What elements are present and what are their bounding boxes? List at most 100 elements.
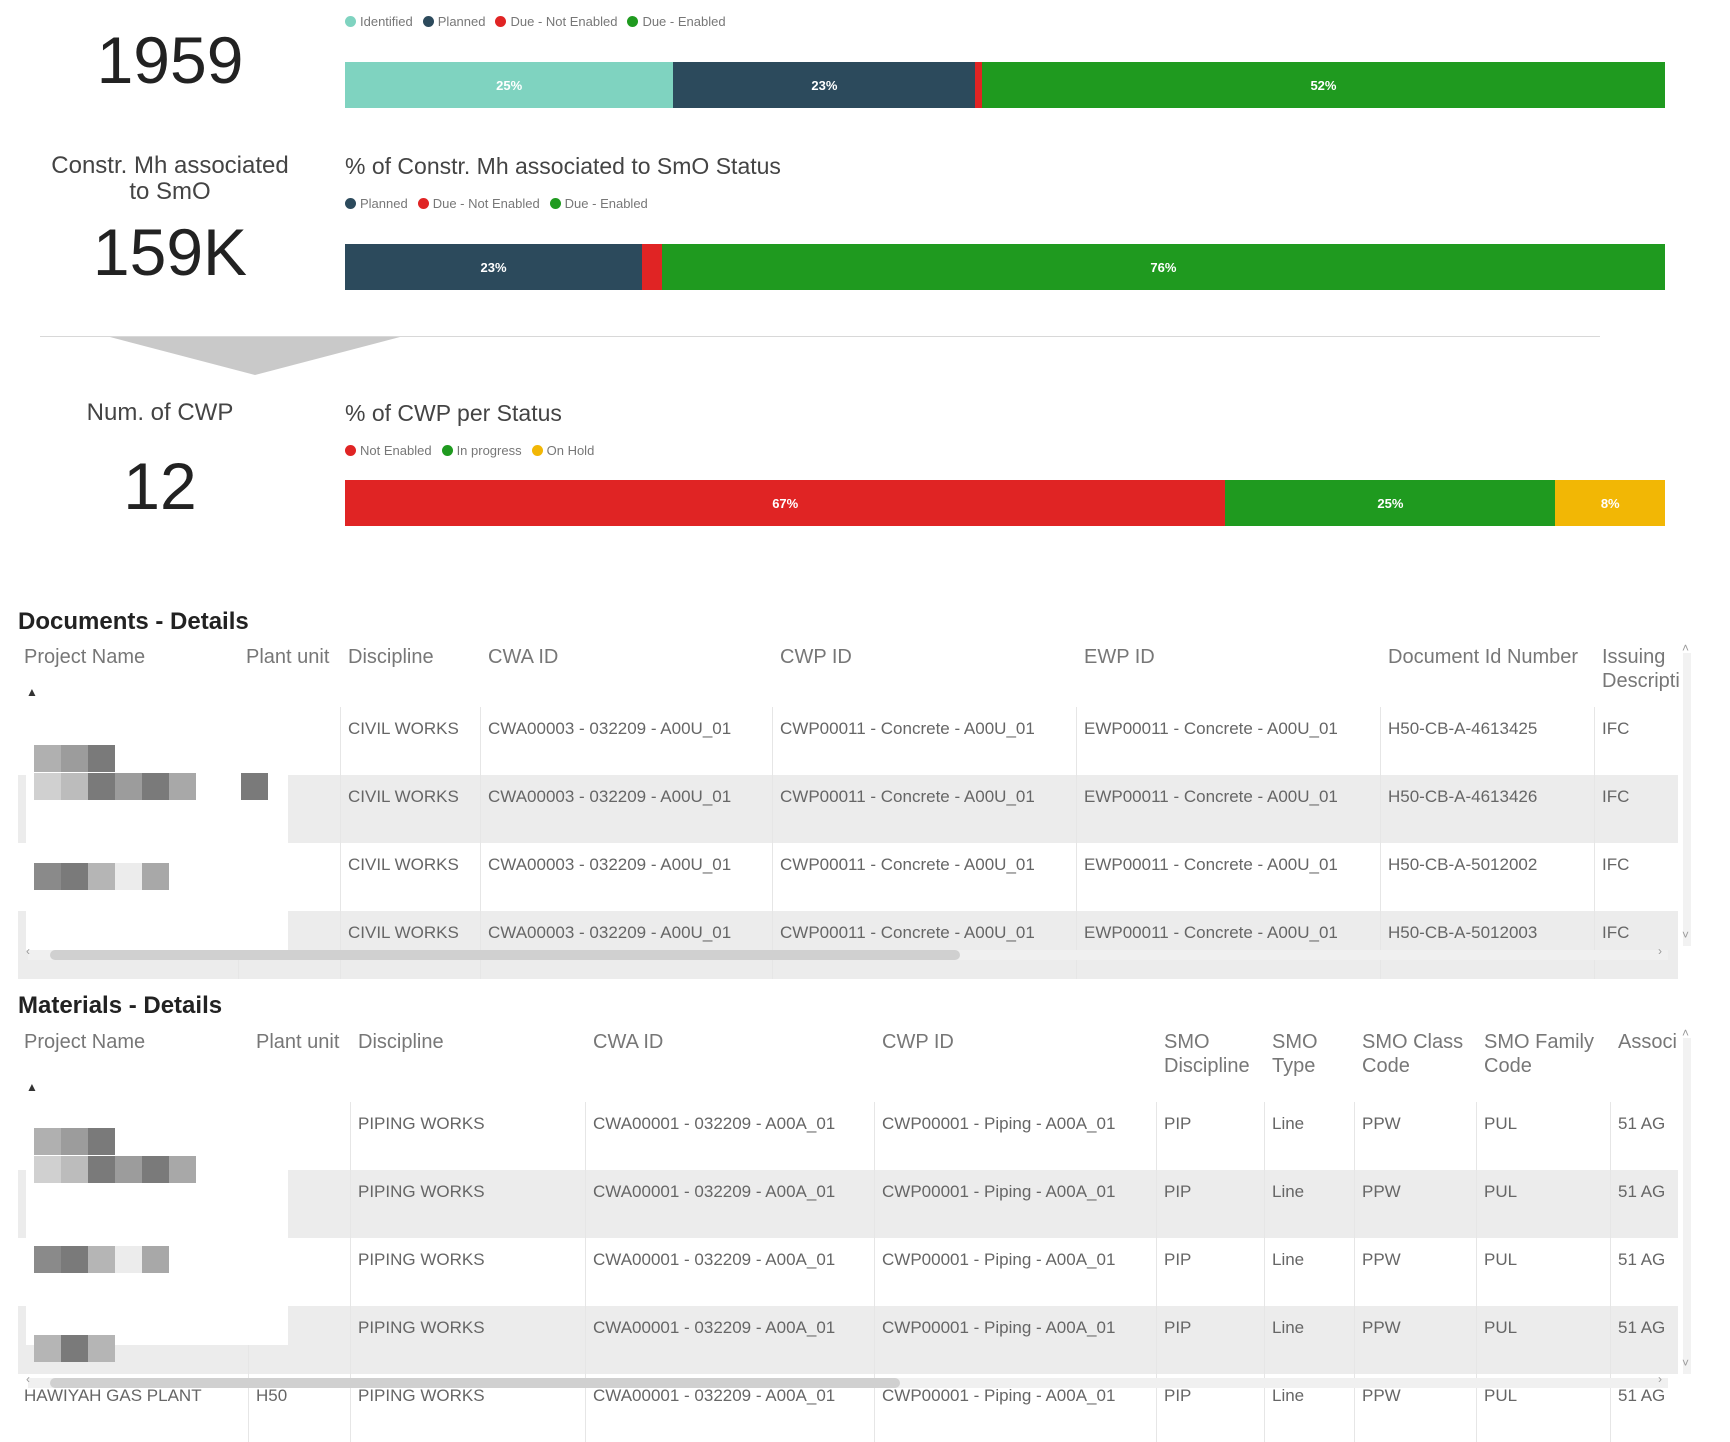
- scroll-right-icon[interactable]: ›: [1658, 1372, 1662, 1386]
- legend-item[interactable]: Identified: [345, 14, 413, 29]
- bar-segment[interactable]: 23%: [673, 62, 976, 108]
- redacted-pixel: [115, 863, 142, 890]
- table-cell: CWP00001 - Piping - A00A_01: [882, 1182, 1116, 1201]
- legend-item[interactable]: Due - Not Enabled: [417, 196, 540, 211]
- legend-item[interactable]: On Hold: [531, 443, 595, 458]
- chart-title-cwp: % of CWP per Status: [345, 400, 562, 426]
- legend-label: On Hold: [546, 443, 595, 458]
- column-header[interactable]: SMO Type: [1272, 1030, 1356, 1078]
- redacted-pixel: [142, 863, 169, 890]
- table-cell: CWP00011 - Concrete - A00U_01: [780, 855, 1035, 874]
- column-divider: [1156, 1102, 1157, 1442]
- bar-segment[interactable]: 25%: [1225, 480, 1556, 526]
- table-cell: CIVIL WORKS: [348, 855, 459, 874]
- materials-table: Project Name Plant unit Discipline CWA ID CW…: [18, 1026, 1691, 1442]
- legend-label: Planned: [437, 14, 486, 29]
- legend-item[interactable]: Planned: [345, 196, 408, 211]
- redacted-pixel: [61, 1128, 88, 1155]
- bar-mh-chart: 23% 76%: [345, 244, 1665, 290]
- column-header[interactable]: EWP ID: [1084, 645, 1382, 669]
- legend-label: Due - Not Enabled: [510, 14, 618, 29]
- column-header[interactable]: Discipline: [358, 1030, 587, 1054]
- redacted-pixel: [88, 773, 115, 800]
- scroll-down-icon[interactable]: ˅: [1682, 928, 1689, 942]
- scrollbar-thumb[interactable]: [50, 1378, 900, 1388]
- funnel-arrow: [110, 337, 400, 375]
- redacted-pixel: [61, 863, 88, 890]
- bar-segment[interactable]: 25%: [345, 62, 674, 108]
- redacted-pixel: [34, 1128, 61, 1155]
- redacted-pixel: [34, 1335, 61, 1362]
- sort-asc-icon[interactable]: ▲: [26, 685, 38, 699]
- column-header[interactable]: CWP ID: [780, 645, 1078, 669]
- scroll-down-icon[interactable]: ˅: [1682, 1356, 1689, 1370]
- legend-item[interactable]: Not Enabled: [345, 443, 432, 458]
- vertical-scrollbar[interactable]: [1683, 1038, 1691, 1374]
- table-cell: EWP00011 - Concrete - A00U_01: [1084, 719, 1338, 738]
- redacted-pixel: [241, 773, 268, 800]
- scrollbar-thumb[interactable]: [50, 950, 960, 960]
- redacted-pixel: [115, 1156, 142, 1183]
- data-label: 25%: [1377, 495, 1404, 511]
- bar-segment[interactable]: 67%: [345, 480, 1226, 526]
- table-cell: CIVIL WORKS: [348, 923, 459, 942]
- legend-item[interactable]: Planned: [422, 14, 486, 29]
- column-header[interactable]: CWP ID: [882, 1030, 1158, 1054]
- table-cell: CWA00003 - 032209 - A00U_01: [488, 787, 732, 806]
- table-cell: PIPING WORKS: [358, 1114, 485, 1133]
- table-cell: PIP: [1164, 1114, 1192, 1133]
- redacted-pixel: [169, 773, 196, 800]
- column-header[interactable]: Issuing Descripti: [1602, 645, 1682, 693]
- table-cell: PIPING WORKS: [358, 1250, 485, 1269]
- legend-item[interactable]: Due - Enabled: [549, 196, 648, 211]
- column-header[interactable]: Project Name: [24, 645, 240, 669]
- column-header[interactable]: Project Name: [24, 1030, 250, 1054]
- scroll-up-icon[interactable]: ˄: [1682, 1026, 1689, 1040]
- bar-segment[interactable]: 8%: [1555, 480, 1665, 526]
- column-divider: [1476, 1102, 1477, 1442]
- scroll-left-icon[interactable]: ‹: [26, 1372, 30, 1386]
- table-cell: CWP00001 - Piping - A00A_01: [882, 1250, 1116, 1269]
- scroll-up-icon[interactable]: ˄: [1682, 641, 1689, 655]
- table-cell: PUL: [1484, 1182, 1518, 1201]
- scroll-left-icon[interactable]: ‹: [26, 944, 30, 958]
- column-header[interactable]: SMO Family Code: [1484, 1030, 1612, 1078]
- column-header[interactable]: SMO Discipline: [1164, 1030, 1266, 1078]
- table-cell: Line: [1272, 1114, 1305, 1133]
- table-cell: PPW: [1362, 1250, 1401, 1269]
- kpi-label-mh: Constr. Mh associated to SmO: [51, 152, 289, 205]
- legend-dot-icon: [345, 16, 356, 27]
- bar-segment[interactable]: 23%: [345, 244, 642, 290]
- legend-item[interactable]: In progress: [441, 443, 522, 458]
- column-header[interactable]: Discipline: [348, 645, 482, 669]
- column-header[interactable]: Associ: [1618, 1030, 1682, 1054]
- column-header[interactable]: Plant unit: [256, 1030, 352, 1054]
- bar-segment[interactable]: [642, 244, 662, 290]
- legend-item[interactable]: Due - Not Enabled: [495, 14, 617, 29]
- legend-dot-icon: [345, 198, 356, 209]
- legend-item[interactable]: Due - Enabled: [627, 14, 726, 29]
- column-divider: [585, 1102, 586, 1442]
- table-cell: IFC: [1602, 787, 1630, 806]
- column-header[interactable]: CWA ID: [593, 1030, 876, 1054]
- table-cell: CWA00001 - 032209 - A00A_01: [593, 1250, 836, 1269]
- scroll-right-icon[interactable]: ›: [1658, 944, 1662, 958]
- legend-label: Due - Enabled: [564, 196, 648, 211]
- bar-segment[interactable]: 52%: [981, 62, 1665, 108]
- legend-label: Planned: [360, 196, 408, 211]
- sort-asc-icon[interactable]: ▲: [26, 1080, 38, 1094]
- column-header[interactable]: Plant unit: [246, 645, 342, 669]
- redacted-pixel: [61, 1335, 88, 1362]
- table-cell: CWP00011 - Concrete - A00U_01: [780, 787, 1035, 806]
- vertical-scrollbar[interactable]: [1683, 653, 1691, 946]
- column-header[interactable]: Document Id Number: [1388, 645, 1596, 669]
- table-cell: Line: [1272, 1318, 1305, 1337]
- column-header[interactable]: CWA ID: [488, 645, 774, 669]
- redacted-pixel: [61, 773, 88, 800]
- bar-segment[interactable]: 76%: [661, 244, 1665, 290]
- table-cell: PUL: [1484, 1318, 1518, 1337]
- table-cell: Line: [1272, 1250, 1305, 1269]
- table-cell: PIPING WORKS: [358, 1386, 485, 1405]
- column-header[interactable]: SMO Class Code: [1362, 1030, 1478, 1078]
- legend-dot-icon: [417, 198, 429, 209]
